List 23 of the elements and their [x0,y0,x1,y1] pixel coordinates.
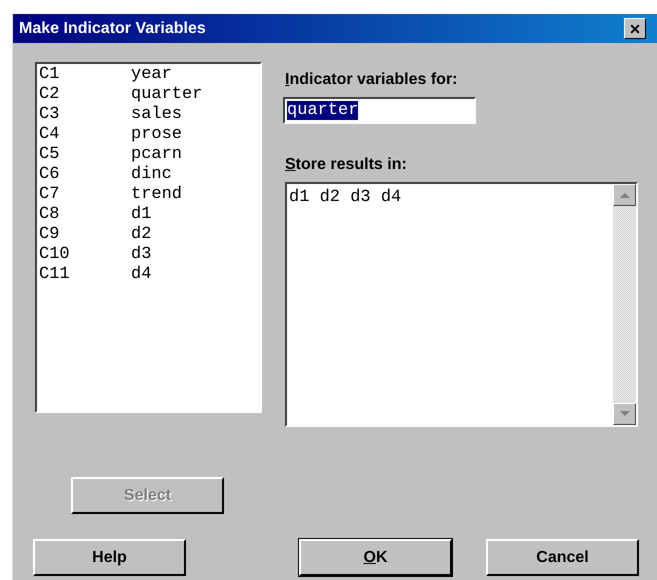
variable-item[interactable]: C1 year [39,65,260,85]
variable-item[interactable]: C8 d1 [39,205,260,225]
variable-item[interactable]: C10 d3 [39,245,260,265]
help-button[interactable]: Help [33,539,186,576]
window-title: Make Indicator Variables [19,20,207,38]
variable-item[interactable]: C3 sales [39,105,260,125]
variable-item[interactable]: C6 dinc [39,165,260,185]
field-label: Store results in: [285,156,407,174]
variable-item[interactable]: C9 d2 [39,225,260,245]
variable-item[interactable]: C5 pcarn [39,145,260,165]
input-field[interactable]: quarter [283,97,476,124]
variable-item[interactable]: C11 d4 [39,265,260,285]
ok-button[interactable]: OK [299,539,452,576]
scroll-up-icon[interactable] [613,184,636,206]
variable-item[interactable]: C7 trend [39,185,260,205]
field-label: Indicator variables for: [285,71,458,89]
close-button[interactable]: × [624,18,646,39]
text-area[interactable]: d1 d2 d3 d4 [285,182,638,427]
variable-item[interactable]: C2 quarter [39,85,260,105]
scroll-down-icon[interactable] [613,403,636,425]
variable-item[interactable]: C4 prose [39,125,260,145]
cancel-button[interactable]: Cancel [486,539,639,576]
scrollbar[interactable] [613,184,636,425]
